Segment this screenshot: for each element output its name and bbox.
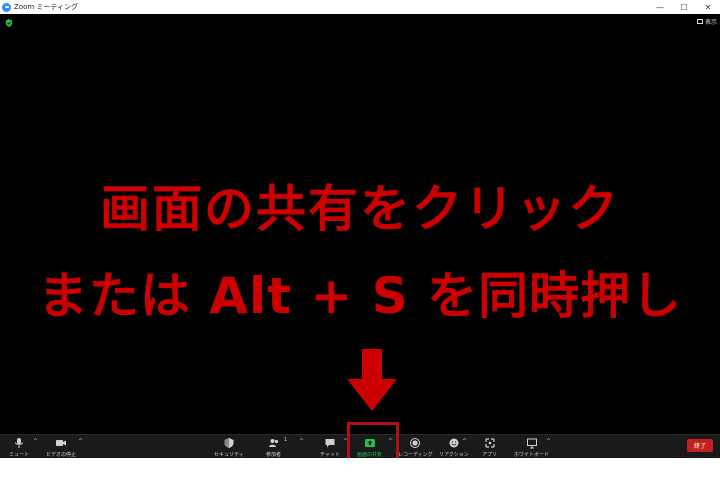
stop-video-button[interactable]: ビデオの停止	[46, 437, 76, 458]
mute-options-caret[interactable]: ^	[33, 438, 38, 445]
security-label: セキュリティ	[214, 452, 244, 458]
view-button[interactable]: 表示	[696, 17, 717, 26]
minimize-button[interactable]: —	[648, 0, 672, 14]
video-label: ビデオの停止	[46, 452, 77, 458]
apps-label: アプリ	[482, 452, 498, 458]
whiteboards-label: ホワイトボード	[514, 452, 550, 458]
video-options-caret[interactable]: ^	[78, 438, 83, 445]
grid-view-icon	[696, 19, 703, 24]
instruction-line-2: または Alt + S を同時押し	[37, 267, 683, 325]
mute-label: ミュート	[9, 452, 30, 458]
whiteboard-icon	[526, 438, 537, 449]
record-icon	[410, 438, 421, 448]
view-label: 表示	[704, 19, 717, 26]
participants-label: 参加者	[266, 452, 282, 458]
maximize-button[interactable]: ☐	[672, 0, 696, 14]
window-title: Zoom ミーティング	[14, 3, 78, 11]
participants-button[interactable]: 参加者	[266, 437, 281, 458]
whiteboards-options-caret[interactable]: ^	[546, 438, 551, 445]
smiley-icon	[449, 438, 459, 448]
zoom-logo-icon	[2, 2, 11, 12]
record-label: レコーディング	[398, 452, 433, 458]
chat-label: チャット	[320, 452, 340, 458]
reactions-label: リアクション	[439, 452, 469, 458]
end-meeting-button[interactable]: 終了	[687, 439, 713, 452]
security-button[interactable]: セキュリティ	[214, 437, 244, 458]
participants-options-caret[interactable]: ^	[299, 438, 304, 445]
chat-bubble-icon	[325, 439, 335, 448]
title-bar: Zoom ミーティング — ☐ ✕	[0, 0, 720, 14]
bottom-margin	[0, 458, 720, 480]
chat-button[interactable]: チャット	[320, 437, 340, 458]
microphone-icon	[15, 438, 23, 448]
encryption-shield-icon[interactable]	[5, 19, 13, 27]
participants-count: 1	[284, 437, 288, 443]
participants-icon	[268, 439, 278, 447]
apps-icon	[484, 438, 495, 448]
instruction-line-1: 画面の共有をクリック	[100, 180, 620, 238]
video-camera-icon	[56, 440, 66, 446]
shield-icon	[224, 438, 234, 448]
apps-button[interactable]: アプリ	[482, 437, 497, 458]
close-button[interactable]: ✕	[696, 0, 720, 14]
down-arrow-icon	[347, 349, 397, 411]
reactions-options-caret[interactable]: ^	[462, 438, 467, 445]
mute-button[interactable]: ミュート	[9, 437, 29, 458]
window-controls: — ☐ ✕	[648, 0, 720, 14]
meeting-stage: 表示 画面の共有をクリック または Alt + S を同時押し	[0, 14, 720, 434]
whiteboards-button[interactable]: ホワイトボード	[514, 437, 549, 458]
record-button[interactable]: レコーディング	[398, 437, 433, 458]
